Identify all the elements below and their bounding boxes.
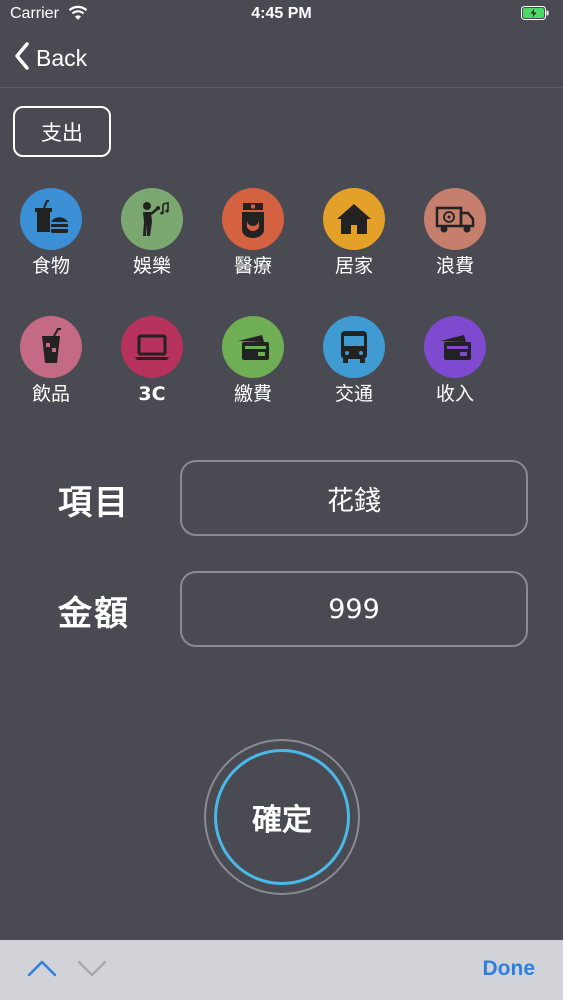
card-icon (440, 335, 471, 360)
chevron-up-icon[interactable] (26, 958, 58, 982)
category-label: 收入 (435, 383, 474, 405)
category-label: 交通 (334, 383, 373, 405)
category-icon-circle (222, 316, 284, 378)
category-waste[interactable]: 浪費 (415, 188, 495, 278)
category-icon-circle (121, 188, 183, 250)
category-label: 浪費 (435, 255, 474, 277)
fast-food-icon (35, 200, 68, 233)
category-label: 居家 (334, 255, 373, 277)
item-field[interactable]: 花錢 (180, 460, 528, 536)
category-drinks[interactable]: 飲品 (11, 316, 91, 406)
category-label: 醫療 (233, 255, 272, 277)
bus-icon (341, 331, 367, 363)
chevron-down-icon (76, 958, 108, 982)
nurse-icon (242, 203, 264, 238)
category-entertainment[interactable]: 娛樂 (112, 188, 192, 278)
done-button[interactable]: Done (483, 957, 536, 981)
category-icon-circle (20, 188, 82, 250)
category-transport[interactable]: 交通 (314, 316, 394, 406)
category-home[interactable]: 居家 (314, 188, 394, 278)
category-icon-circle (424, 188, 486, 250)
back-button[interactable]: Back (14, 40, 87, 76)
chevron-left-icon (14, 42, 30, 74)
category-label: 3C (138, 383, 166, 405)
confirm-button[interactable]: 確定 (214, 749, 350, 885)
amount-label: 金額 (58, 594, 130, 634)
battery-icon (521, 6, 549, 25)
type-toggle-button[interactable]: 支出 (13, 106, 111, 157)
category-icon-circle (323, 188, 385, 250)
clock: 4:45 PM (251, 5, 312, 22)
category-income[interactable]: 收入 (415, 316, 495, 406)
category-3c[interactable]: 3C (112, 316, 192, 406)
category-label: 飲品 (31, 383, 70, 405)
keyboard-toolbar: Done (0, 940, 563, 1000)
category-label: 繳費 (233, 383, 272, 405)
house-icon (337, 204, 371, 234)
item-label: 項目 (58, 483, 130, 523)
category-icon-circle (424, 316, 486, 378)
status-bar: Carrier 4:45 PM (0, 0, 563, 30)
category-medical[interactable]: 醫療 (213, 188, 293, 278)
category-icon-circle (222, 188, 284, 250)
category-icon-circle (121, 316, 183, 378)
confirm-ring: 確定 (204, 739, 360, 895)
singer-icon (143, 202, 169, 236)
category-icon-circle (323, 316, 385, 378)
category-icon-circle (20, 316, 82, 378)
category-food[interactable]: 食物 (11, 188, 91, 278)
category-bills[interactable]: 繳費 (213, 316, 293, 406)
amount-field[interactable]: 999 (180, 571, 528, 647)
drink-icon (42, 328, 61, 363)
category-label: 娛樂 (132, 255, 171, 277)
laptop-icon (135, 334, 169, 360)
nav-bar: Back (0, 30, 563, 88)
back-label: Back (36, 44, 88, 71)
category-label: 食物 (31, 255, 70, 277)
card-icon (238, 335, 269, 360)
truck-icon (435, 206, 475, 233)
